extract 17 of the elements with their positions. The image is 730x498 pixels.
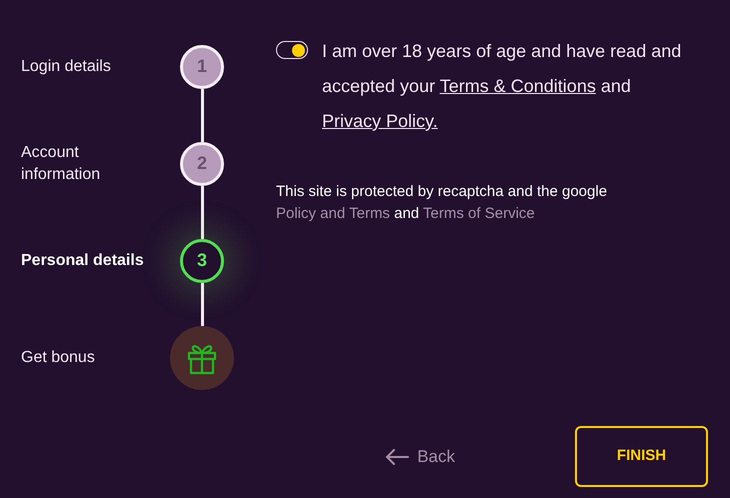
step-label: Get bonus	[21, 348, 96, 368]
consent-text: I am over 18 years of age and have read and accepted your Terms & Conditions and Privacy Policy.	[322, 40, 682, 133]
step-label: Login details	[21, 56, 112, 76]
recaptcha-notice: This site is protected by recaptcha and the google Policy and Terms and Terms of Service	[276, 182, 608, 224]
step-number: 1	[180, 44, 224, 88]
arrow-left-icon	[385, 448, 410, 465]
text-link[interactable]: Privacy Policy.	[322, 111, 438, 131]
step-label: Account information	[21, 142, 102, 184]
text-link[interactable]: Terms of Service	[423, 205, 535, 222]
consent-toggle[interactable]	[276, 41, 308, 59]
finish-button[interactable]: FINISH	[575, 426, 708, 487]
step-number: 2	[180, 142, 224, 186]
text-link[interactable]: Terms & Conditions	[440, 76, 596, 96]
step-number: 3	[180, 238, 224, 282]
back-button[interactable]: Back	[385, 444, 455, 470]
step-label: Personal details	[21, 250, 145, 270]
text-link[interactable]: Policy and Terms	[276, 205, 390, 222]
